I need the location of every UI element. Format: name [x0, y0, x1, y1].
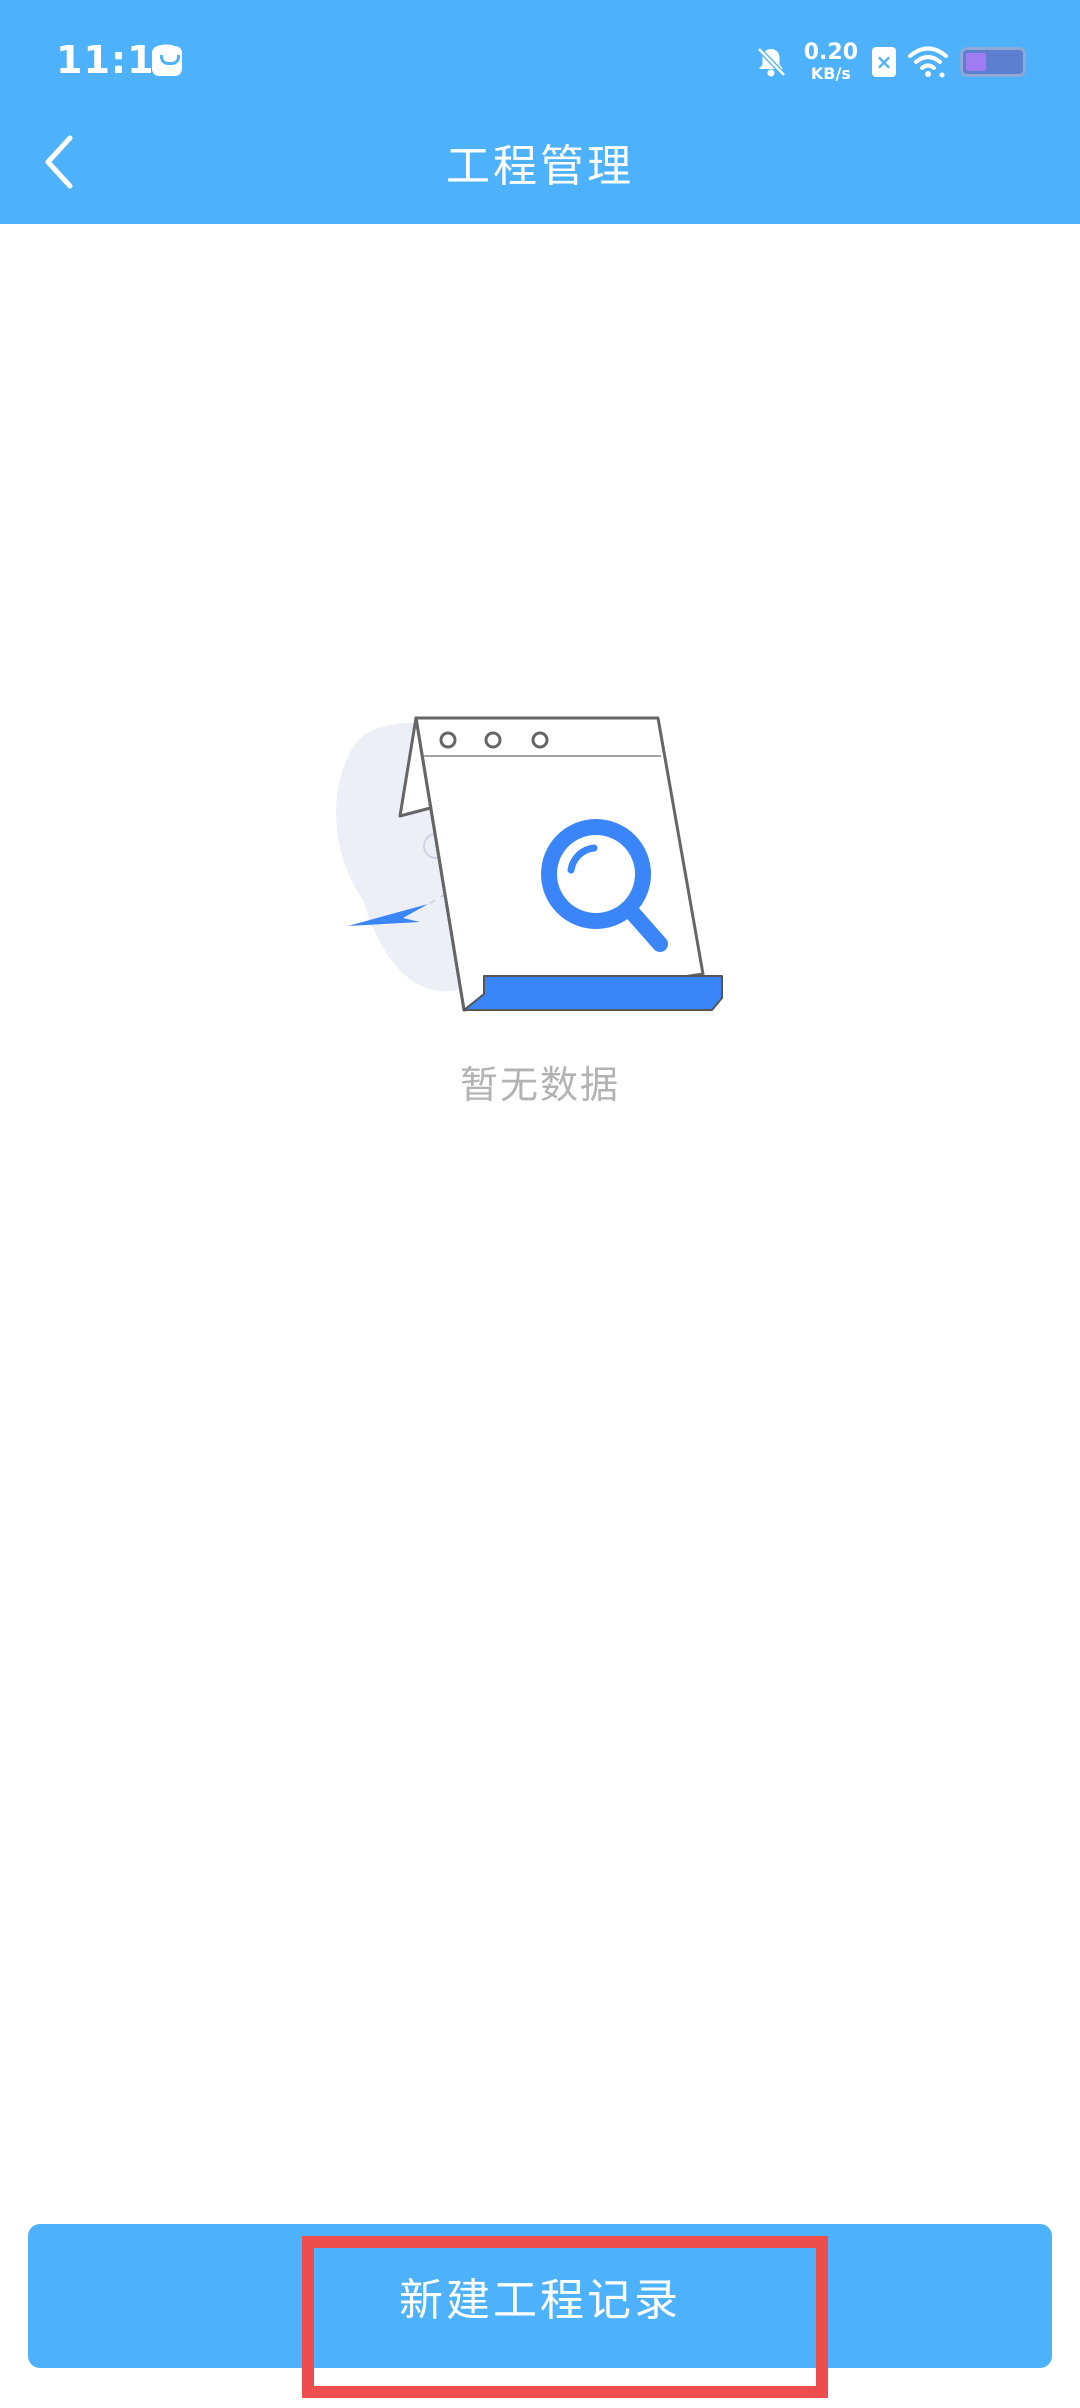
shopping-bag-icon [152, 46, 182, 76]
new-project-record-button[interactable]: 新建工程记录 [28, 2224, 1052, 2368]
top-app-bar: 11:13 0.20 KB/s × 工程管理 [0, 0, 1080, 224]
sim-x-icon: × [872, 47, 896, 77]
bell-off-icon [756, 47, 786, 77]
wifi-icon [908, 46, 948, 78]
empty-state-message: 暂无数据 [459, 1063, 620, 1107]
battery-icon [960, 47, 1026, 77]
network-speed: 0.20 KB/s [804, 42, 858, 82]
calendar-page [414, 716, 705, 1012]
page-title: 工程管理 [446, 141, 634, 192]
network-speed-value: 0.20 [803, 40, 858, 65]
status-icons: 0.20 KB/s × [754, 40, 1026, 84]
network-speed-unit: KB/s [810, 64, 851, 83]
empty-calendar-search-illustration [336, 716, 723, 1012]
new-project-record-label: 新建工程记录 [399, 2276, 681, 2325]
calendar-bottom-band [463, 975, 723, 1011]
